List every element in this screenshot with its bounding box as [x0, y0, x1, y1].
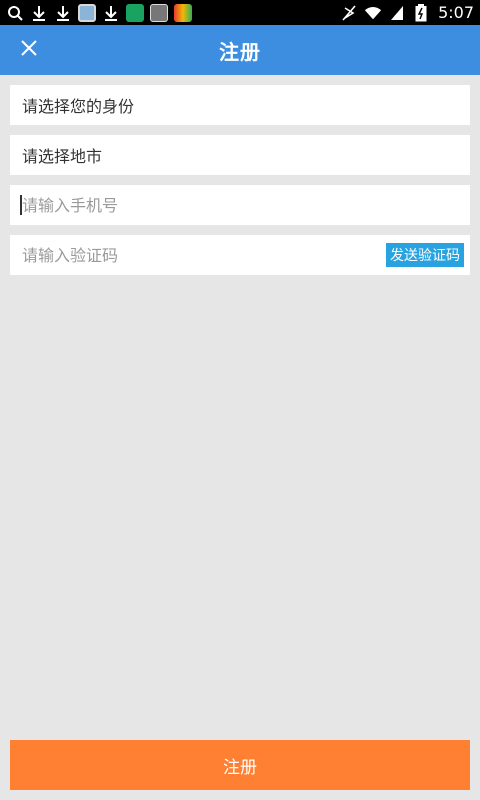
- identity-select[interactable]: 请选择您的身份: [10, 85, 470, 125]
- app-bar: 注册: [0, 25, 480, 75]
- page-title: 注册: [219, 39, 261, 64]
- signal-icon: [388, 4, 406, 22]
- status-bar: 5:07: [0, 0, 480, 25]
- app-icon: [174, 3, 192, 22]
- verification-code-input[interactable]: [22, 235, 382, 275]
- download-icon: [30, 4, 48, 22]
- register-submit-button[interactable]: 注册: [10, 740, 470, 790]
- close-button[interactable]: [16, 37, 42, 63]
- close-icon: [20, 39, 38, 61]
- text-cursor: [20, 195, 22, 215]
- identity-select-label: 请选择您的身份: [22, 97, 135, 116]
- wifi-icon: [364, 4, 382, 22]
- status-bar-notifications: [6, 3, 192, 22]
- download-icon: [54, 4, 72, 22]
- city-select-label: 请选择地市: [22, 147, 103, 166]
- phone-input[interactable]: [22, 185, 470, 225]
- app-icon: [78, 3, 96, 22]
- register-form: 请选择您的身份 请选择地市 发送验证码: [10, 85, 470, 285]
- mute-icon: [340, 4, 358, 22]
- search-icon: [6, 4, 24, 22]
- app-icon: [150, 3, 168, 22]
- city-select[interactable]: 请选择地市: [10, 135, 470, 175]
- status-time: 5:07: [438, 3, 474, 22]
- code-field-row: 发送验证码: [10, 235, 470, 275]
- send-code-button[interactable]: 发送验证码: [386, 243, 464, 267]
- battery-icon: [412, 3, 430, 22]
- app-icon: [126, 3, 144, 22]
- download-icon: [102, 4, 120, 22]
- phone-field-row: [10, 185, 470, 225]
- status-bar-system: 5:07: [340, 3, 474, 22]
